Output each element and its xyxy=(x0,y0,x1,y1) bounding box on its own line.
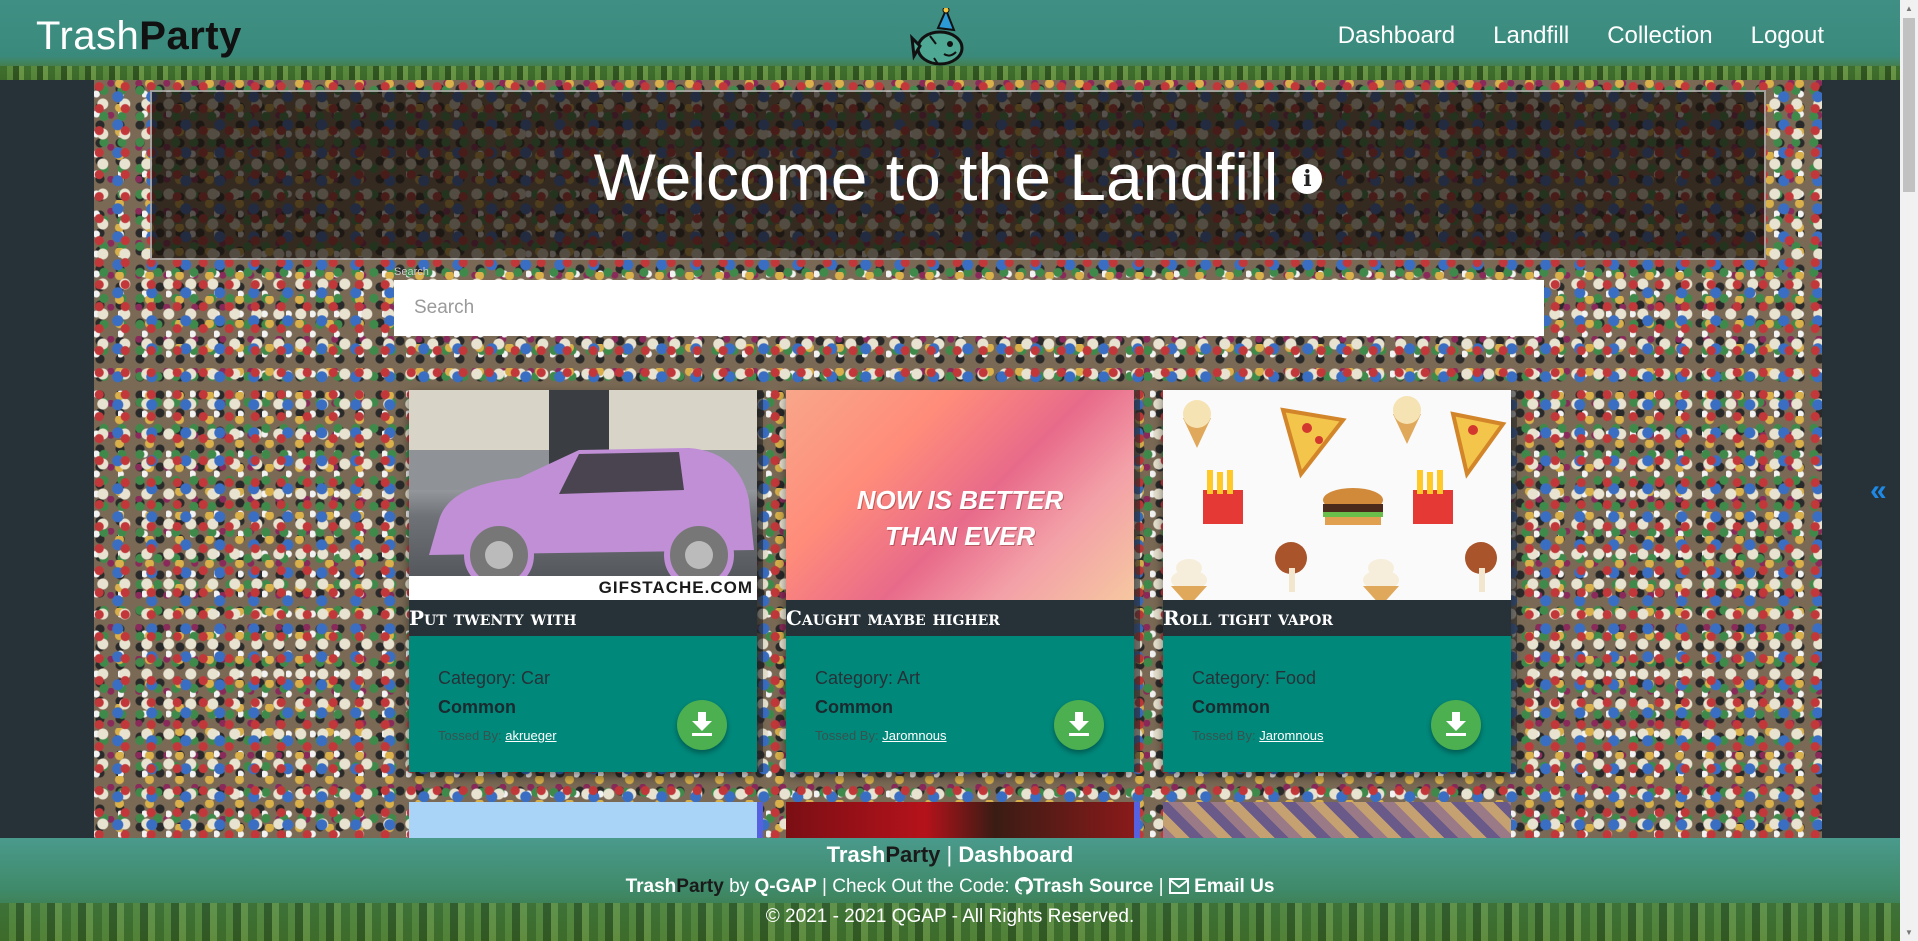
card-title: Roll tight vapor xyxy=(1163,600,1511,636)
footer-separator: | xyxy=(1158,876,1164,897)
soft-serve xyxy=(1363,559,1399,600)
drumstick xyxy=(1275,542,1307,592)
footer: TrashParty | Dashboard TrashParty by Q-G… xyxy=(0,838,1900,941)
scrollbar[interactable]: ▲ ▼ xyxy=(1900,0,1918,941)
footer-line-2: TrashParty by Q-GAP | Check Out the Code… xyxy=(0,876,1900,898)
trash-card: Roll tight vapor Category: Food Common T… xyxy=(1163,390,1511,772)
art-quote-line-2: THAN EVER xyxy=(884,521,1036,551)
card-title: Put twenty with xyxy=(409,600,757,636)
trash-card-partial[interactable] xyxy=(1163,802,1511,838)
brand-part-trash: Trash xyxy=(36,14,140,58)
art-quote-line-1: NOW IS BETTER xyxy=(856,485,1064,515)
download-button[interactable] xyxy=(1431,700,1481,750)
art-quote: NOW IS BETTER THAN EVER xyxy=(786,482,1134,554)
envelope-icon xyxy=(1168,878,1189,894)
card-body: Category: Car Common Tossed By: akrueger xyxy=(409,636,757,772)
pizza-slice xyxy=(1450,411,1507,479)
footer-by: by xyxy=(729,876,750,897)
nav-logout[interactable]: Logout xyxy=(1751,22,1824,50)
brand-part-party: Party xyxy=(139,14,242,58)
footer-source-link[interactable]: Trash Source xyxy=(1033,876,1153,897)
trash-card: GIFSTACHE.COM Put twenty with Category: … xyxy=(409,390,757,772)
card-title: Caught maybe higher xyxy=(786,600,1134,636)
welcome-banner: Welcome to the Landfill i xyxy=(150,90,1766,260)
tossed-by-user-link[interactable]: akrueger xyxy=(505,728,556,743)
card-tossed-by: Tossed By: Jaromnous xyxy=(815,728,947,743)
tossed-by-user-link[interactable]: Jaromnous xyxy=(882,728,946,743)
card-body: Category: Food Common Tossed By: Jaromno… xyxy=(1163,636,1511,772)
footer-email-link[interactable]: Email Us xyxy=(1194,876,1274,897)
github-icon xyxy=(1014,877,1033,895)
footer-dashboard-link[interactable]: Dashboard xyxy=(958,842,1073,867)
ice-cream xyxy=(1183,400,1211,448)
download-button[interactable] xyxy=(1054,700,1104,750)
tossed-by-label: Tossed By: xyxy=(1192,728,1256,743)
watermark-text: GIFSTACHE.COM xyxy=(598,578,753,597)
nav-collection[interactable]: Collection xyxy=(1607,22,1712,50)
scroll-up-icon[interactable]: ▲ xyxy=(1905,4,1913,13)
card-image-art[interactable]: NOW IS BETTER THAN EVER xyxy=(786,390,1134,600)
nav-landfill[interactable]: Landfill xyxy=(1493,22,1569,50)
card-category: Category: Art xyxy=(815,668,921,688)
card-image-car[interactable]: GIFSTACHE.COM xyxy=(409,390,757,600)
navbar: TrashParty Dashboard Landfill Collection… xyxy=(0,0,1900,80)
soft-serve xyxy=(1171,559,1207,600)
car-gif-image xyxy=(409,390,757,590)
tossed-by-label: Tossed By: xyxy=(438,728,502,743)
pizza-slice xyxy=(1280,407,1347,479)
card-category: Category: Food xyxy=(1192,668,1317,688)
footer-brand-party: Party xyxy=(676,876,724,897)
page-title-text: Welcome to the Landfill xyxy=(593,140,1279,214)
scrollbar-thumb[interactable] xyxy=(1903,18,1915,192)
scroll-down-icon[interactable]: ▼ xyxy=(1905,928,1913,937)
card-image-food[interactable] xyxy=(1163,390,1511,600)
footer-copyright: © 2021 - 2021 QGAP - All Rights Reserved… xyxy=(765,906,1135,927)
card-category: Category: Car xyxy=(438,668,551,688)
download-icon xyxy=(1069,712,1089,736)
footer-brand-trash: Trash xyxy=(826,842,886,867)
nav-links: Dashboard Landfill Collection Logout xyxy=(1338,22,1824,50)
fries xyxy=(1203,470,1243,524)
landfill-background: Welcome to the Landfill i Search GIFSTACH… xyxy=(94,80,1822,838)
card-rarity: Common xyxy=(1192,697,1270,717)
trash-card-partial[interactable] xyxy=(409,802,757,838)
card-rarity: Common xyxy=(815,697,893,717)
burger xyxy=(1323,488,1383,525)
download-button[interactable] xyxy=(677,700,727,750)
trash-card: NOW IS BETTER THAN EVER Caught maybe hig… xyxy=(786,390,1134,772)
party-fish-logo-icon[interactable] xyxy=(910,8,970,74)
footer-line-1: TrashParty | Dashboard xyxy=(0,842,1900,868)
tossed-by-label: Tossed By: xyxy=(815,728,879,743)
trash-card-partial[interactable] xyxy=(786,802,1134,838)
search-label: Search xyxy=(394,266,429,278)
double-chevron-left-icon[interactable]: « xyxy=(1870,474,1887,508)
fries xyxy=(1413,470,1453,524)
card-rarity: Common xyxy=(438,697,516,717)
card-tossed-by: Tossed By: akrueger xyxy=(438,728,557,743)
food-pattern-image xyxy=(1171,396,1507,600)
search-input[interactable] xyxy=(394,280,1544,336)
drumstick xyxy=(1465,542,1497,592)
footer-separator: | xyxy=(946,842,953,867)
download-icon xyxy=(692,712,712,736)
brand-logo-text[interactable]: TrashParty xyxy=(36,14,242,59)
download-icon xyxy=(1446,712,1466,736)
footer-code-text: | Check Out the Code: xyxy=(822,876,1010,897)
footer-team-link[interactable]: Q-GAP xyxy=(754,876,816,897)
info-icon[interactable]: i xyxy=(1292,163,1323,194)
page-title: Welcome to the Landfill i xyxy=(152,144,1764,210)
footer-brand-trash: Trash xyxy=(625,876,677,897)
ice-cream xyxy=(1393,396,1421,444)
footer-brand-party: Party xyxy=(885,842,941,867)
card-tossed-by: Tossed By: Jaromnous xyxy=(1192,728,1324,743)
nav-dashboard[interactable]: Dashboard xyxy=(1338,22,1455,50)
card-body: Category: Art Common Tossed By: Jaromnou… xyxy=(786,636,1134,772)
tossed-by-user-link[interactable]: Jaromnous xyxy=(1259,728,1323,743)
